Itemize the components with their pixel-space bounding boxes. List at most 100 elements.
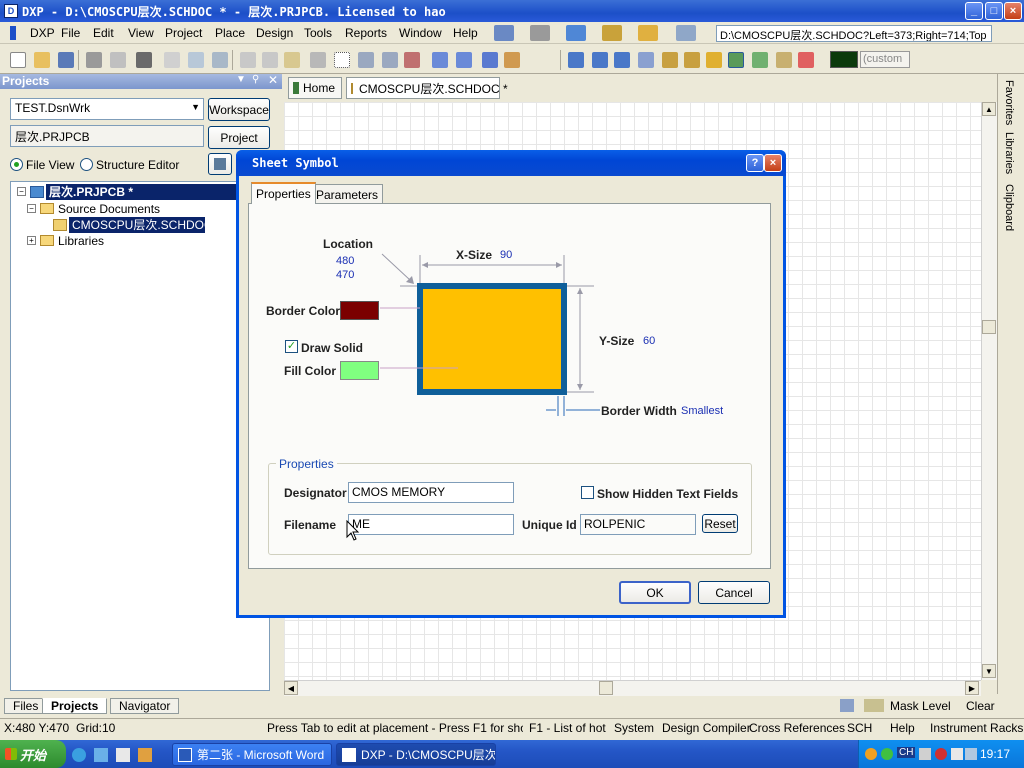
project-options-button[interactable] [208, 153, 232, 175]
task-word[interactable]: 第二张 - Microsoft Word [172, 743, 332, 766]
bus-entry-icon[interactable] [614, 52, 630, 68]
maximize-button[interactable]: □ [985, 2, 1003, 20]
tab-properties[interactable]: Properties [251, 182, 316, 204]
horizontal-scroll-thumb[interactable] [599, 681, 613, 695]
gnd-port-icon[interactable] [662, 52, 678, 68]
filter-icon[interactable] [864, 699, 884, 712]
net-label-icon[interactable] [638, 52, 654, 68]
print-preview-icon[interactable] [110, 52, 126, 68]
tab-favorites[interactable]: Favorites [1003, 80, 1015, 125]
tab-navigator[interactable]: Navigator [110, 698, 180, 714]
cross-probe-icon[interactable] [482, 52, 498, 68]
place-part-icon[interactable] [706, 52, 722, 68]
open-folder-icon[interactable] [34, 52, 50, 68]
place-sheet-symbol-icon[interactable] [728, 52, 744, 68]
menu-reports[interactable]: Reports [345, 26, 387, 40]
horizontal-scrollbar[interactable]: ◀ ▶ [284, 680, 981, 696]
component-tool-icon[interactable] [602, 25, 622, 41]
clear-button[interactable]: Clear [966, 699, 995, 713]
pin-icon[interactable]: ⚲ [252, 74, 259, 85]
custom-combo[interactable]: (custom [860, 51, 910, 68]
tray-volume-icon[interactable] [951, 748, 963, 760]
border-width-value[interactable]: Smallest [681, 405, 723, 417]
new-document-icon[interactable] [10, 52, 26, 68]
undo-icon[interactable] [432, 52, 448, 68]
zoom-area-icon[interactable] [188, 52, 204, 68]
place-wire-icon[interactable] [568, 52, 584, 68]
dialog-close-button[interactable]: × [764, 154, 782, 172]
paste-icon[interactable] [284, 52, 300, 68]
designator-input[interactable]: CMOS MEMORY [348, 482, 514, 503]
reset-button[interactable]: Reset [702, 514, 738, 533]
tab-home[interactable]: Home [288, 77, 342, 99]
location-x[interactable]: 480 [336, 255, 354, 267]
unique-id-input[interactable]: ROLPENIC [580, 514, 696, 535]
redo-icon[interactable] [456, 52, 472, 68]
border-color-swatch[interactable] [340, 301, 379, 320]
vcc-port-icon[interactable] [684, 52, 700, 68]
menu-edit[interactable]: Edit [93, 26, 114, 40]
cut-icon[interactable] [240, 52, 256, 68]
color-swatch[interactable] [830, 51, 858, 68]
tab-projects[interactable]: Projects [42, 698, 108, 714]
tray-keyboard-icon[interactable] [919, 748, 931, 760]
panel-design-compiler[interactable]: Design Compiler [662, 721, 751, 735]
task-dxp[interactable]: DXP - D:\CMOSCPU层次.... [336, 743, 496, 766]
move-icon[interactable] [358, 52, 374, 68]
tray-network-icon[interactable] [881, 748, 893, 760]
panel-menu-icon[interactable]: ▼ [236, 74, 246, 85]
menu-help[interactable]: Help [453, 26, 478, 40]
location-y[interactable]: 470 [336, 269, 354, 281]
panel-cross-references[interactable]: Cross References [749, 721, 845, 735]
tab-clipboard[interactable]: Clipboard [1003, 184, 1015, 231]
scroll-down-icon[interactable]: ▼ [982, 664, 996, 678]
file-view-radio[interactable] [10, 158, 23, 171]
vertical-scroll-thumb[interactable] [982, 320, 996, 334]
menu-place[interactable]: Place [215, 26, 245, 40]
tab-document[interactable]: CMOSCPU层次.SCHDOC * [346, 77, 508, 99]
panel-help[interactable]: Help [890, 721, 915, 735]
tab-files[interactable]: Files [4, 698, 48, 714]
tab-libraries[interactable]: Libraries [1003, 132, 1015, 174]
fill-color-swatch[interactable] [340, 361, 379, 380]
pen-icon[interactable] [840, 699, 854, 712]
app-launch-icon[interactable] [138, 748, 152, 762]
grid-tool-icon[interactable] [676, 25, 696, 41]
browse-icon[interactable] [504, 52, 520, 68]
select-icon[interactable] [382, 52, 398, 68]
tray-app-icon[interactable] [865, 748, 877, 760]
menu-window[interactable]: Window [399, 26, 442, 40]
collapse-icon[interactable]: − [17, 187, 26, 196]
zoom-selected-icon[interactable] [212, 52, 228, 68]
panel-instrument-racks[interactable]: Instrument Racks [930, 721, 1023, 735]
tray-language[interactable]: CH [897, 747, 916, 758]
panel-sch[interactable]: SCH [847, 721, 872, 735]
rubber-stamp-icon[interactable] [310, 52, 326, 68]
panel-close-icon[interactable]: ✕ [268, 73, 278, 87]
copy-icon[interactable] [262, 52, 278, 68]
quicklaunch-icon[interactable] [94, 748, 108, 762]
browser-icon[interactable] [72, 748, 86, 762]
desktop-icon[interactable] [116, 748, 130, 762]
ok-button[interactable]: OK [619, 581, 691, 604]
dialog-help-button[interactable]: ? [746, 154, 764, 172]
port-icon[interactable] [776, 52, 792, 68]
select-area-icon[interactable] [334, 52, 350, 68]
menu-file[interactable]: File [61, 26, 80, 40]
panel-system[interactable]: System [614, 721, 654, 735]
scroll-right-icon[interactable]: ▶ [965, 681, 979, 695]
diamond-tool-icon[interactable] [638, 25, 658, 41]
collapse-icon[interactable]: − [27, 204, 36, 213]
tab-parameters[interactable]: Parameters [311, 184, 384, 204]
wire-tool-icon[interactable] [494, 25, 514, 41]
zoom-fit-icon[interactable] [164, 52, 180, 68]
layers-icon[interactable] [136, 52, 152, 68]
tray-display-icon[interactable] [965, 748, 977, 760]
expand-icon[interactable]: + [27, 236, 36, 245]
menu-project[interactable]: Project [165, 26, 202, 40]
filename-input[interactable]: ME [348, 514, 514, 535]
ysize-value[interactable]: 60 [643, 335, 655, 347]
mask-level-button[interactable]: Mask Level [890, 699, 951, 713]
tray-security-icon[interactable] [935, 748, 947, 760]
structure-editor-radio[interactable] [80, 158, 93, 171]
